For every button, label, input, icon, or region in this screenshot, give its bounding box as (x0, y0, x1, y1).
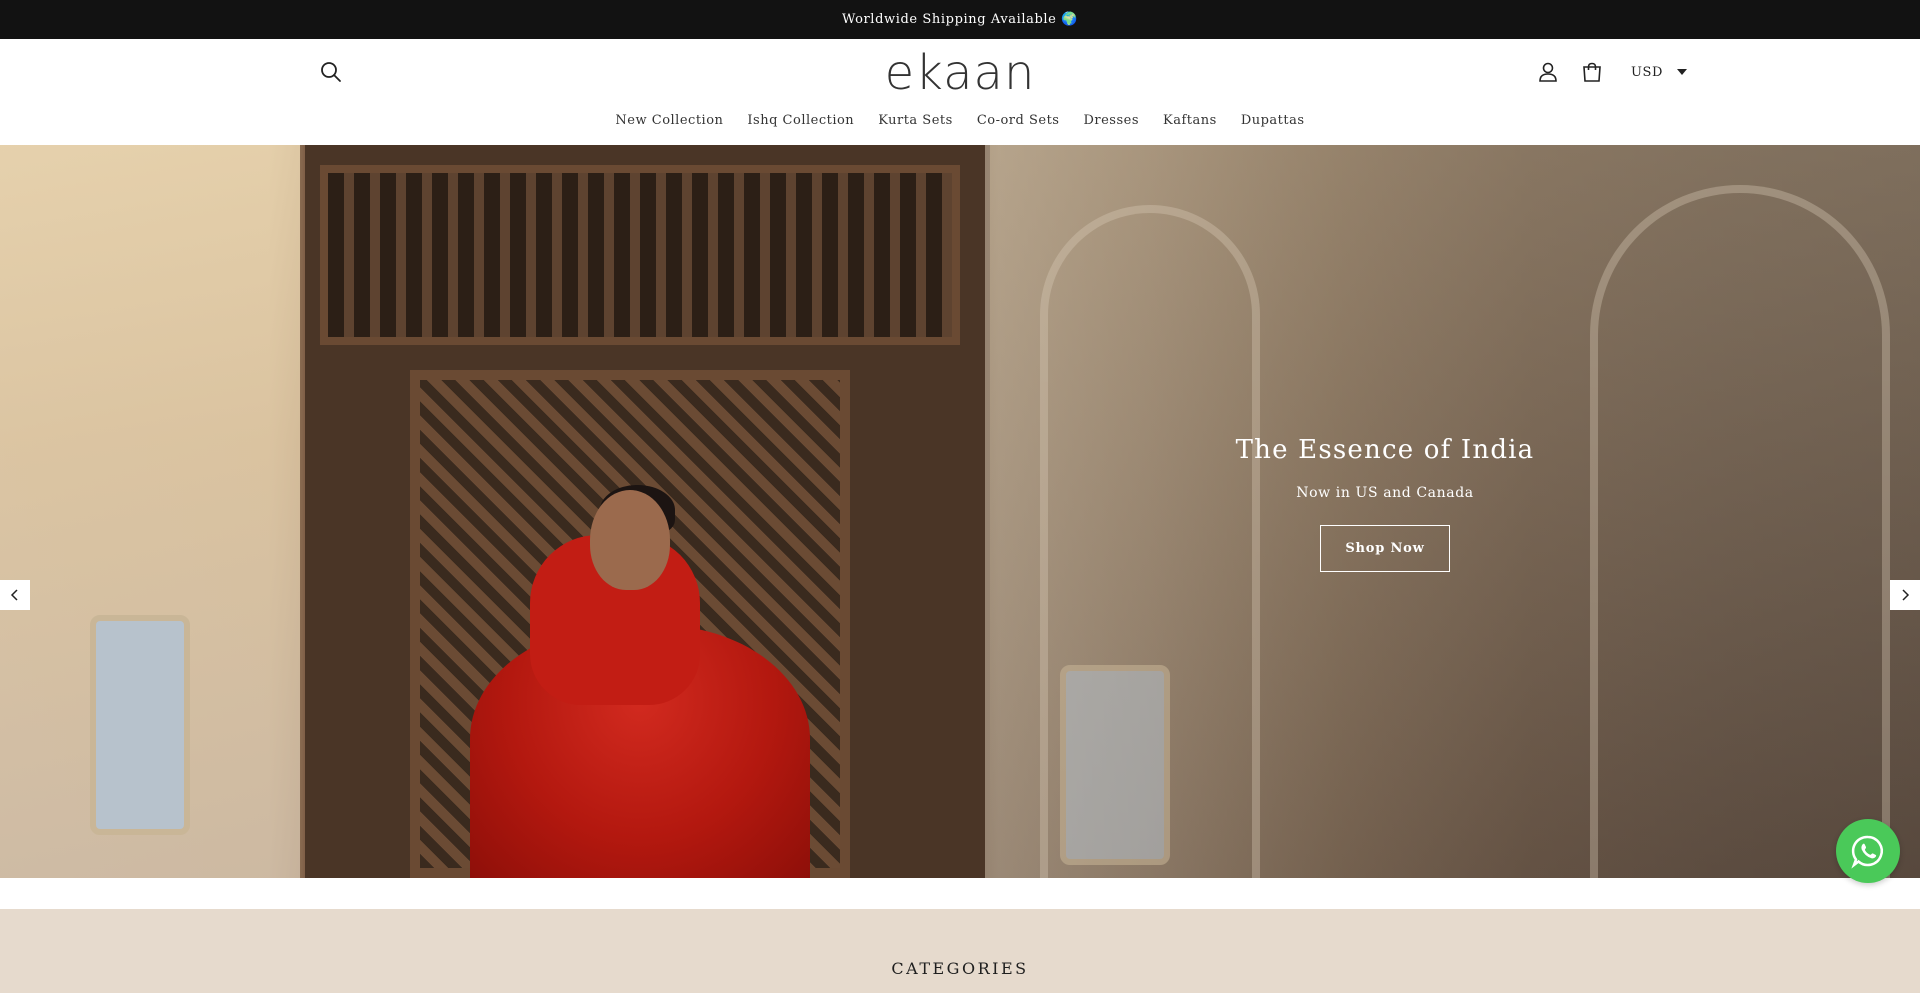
currency-selector[interactable]: USD (1631, 59, 1688, 85)
announcement-text: Worldwide Shipping Available 🌍 (841, 12, 1078, 27)
shop-now-button[interactable]: Shop Now (1320, 525, 1450, 572)
whatsapp-button[interactable] (1836, 819, 1900, 883)
hero-image-model-head (590, 490, 670, 590)
hero-subtitle: Now in US and Canada (1296, 485, 1474, 501)
whatsapp-icon (1851, 835, 1883, 869)
currency-label: USD (1631, 64, 1664, 80)
cart-button[interactable] (1577, 57, 1607, 87)
hero-image-arch (1590, 185, 1890, 878)
chevron-left-icon (10, 589, 18, 601)
nav-item-new-collection[interactable]: New Collection (615, 113, 723, 128)
hero-content: The Essence of India Now in US and Canad… (1185, 435, 1585, 572)
slide-next-button[interactable] (1890, 580, 1920, 610)
nav-item-kurta-sets[interactable]: Kurta Sets (878, 113, 953, 128)
hero-title: The Essence of India (1235, 435, 1535, 465)
nav-item-dresses[interactable]: Dresses (1083, 113, 1139, 128)
slide-prev-button[interactable] (0, 580, 30, 610)
user-icon (1539, 62, 1557, 82)
categories-title: CATEGORIES (891, 959, 1029, 978)
account-button[interactable] (1533, 57, 1563, 87)
nav-item-dupattas[interactable]: Dupattas (1241, 113, 1305, 128)
nav-item-ishq-collection[interactable]: Ishq Collection (747, 113, 854, 128)
nav-item-kaftans[interactable]: Kaftans (1163, 113, 1217, 128)
main-nav: New Collection Ishq Collection Kurta Set… (0, 113, 1920, 128)
hero-image-panel (90, 615, 190, 835)
hero-image-door-top (320, 165, 960, 345)
site-header: ekaan USD New Collection Ishq Collection… (0, 39, 1920, 145)
hero-image-panel (1060, 665, 1170, 865)
bag-icon (1583, 62, 1601, 82)
chevron-down-icon (1677, 69, 1688, 75)
categories-section: CATEGORIES (0, 909, 1920, 993)
nav-item-co-ord-sets[interactable]: Co-ord Sets (977, 113, 1060, 128)
chevron-right-icon (1902, 589, 1910, 601)
hero-banner: The Essence of India Now in US and Canad… (0, 145, 1920, 878)
announcement-bar: Worldwide Shipping Available 🌍 (0, 0, 1920, 39)
